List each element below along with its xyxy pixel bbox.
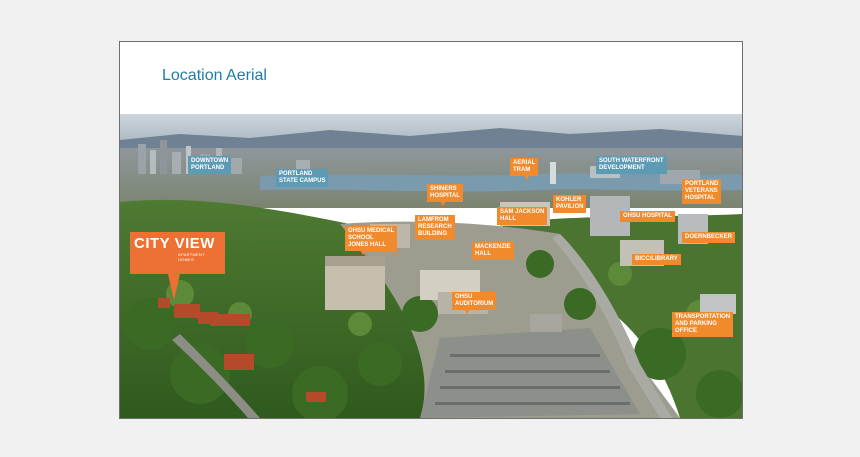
auditorium-pointer [464, 309, 470, 314]
city-view-logo: CITY VIEW APARTMENT HOMES [130, 232, 225, 274]
label-ohsu-auditorium: OHSU AUDITORIUM [452, 292, 497, 310]
label-mackenzie-hall: MACKENZIE HALL [472, 242, 514, 260]
label-aerial-tram: AERIAL TRAM [510, 158, 539, 176]
label-ohsu-hospital: OHSU HOSPITAL [620, 211, 675, 222]
aerial-photo: CITY VIEW APARTMENT HOMES DOWNTOWN PORTL… [120, 114, 742, 418]
page-title: Location Aerial [162, 67, 267, 84]
label-portland-state-campus: PORTLAND STATE CAMPUS [276, 169, 329, 187]
label-doernbecker: DOERNBECKER [682, 232, 736, 243]
presentation-slide: Location Aerial CITY VIEW APARTMENT HOME… [119, 41, 743, 419]
city-view-pointer [168, 274, 180, 300]
label-transportation-parking-office: TRANSPORTATION AND PARKING OFFICE [672, 312, 734, 337]
label-kohler-pavilion: KOHLER PAVILION [553, 195, 587, 213]
shriners-pointer [440, 201, 446, 206]
medical-school-pointer [360, 250, 366, 255]
label-sam-jackson-hall: SAM JACKSON HALL [497, 207, 548, 225]
label-lamfrom-research-building: LAMFROM RESEARCH BUILDING [415, 215, 455, 240]
label-downtown-portland: DOWNTOWN PORTLAND [188, 156, 232, 174]
label-shriners-hospital: SHINERS HOSPITAL [427, 184, 463, 202]
aerial-tram-pointer [524, 175, 530, 180]
label-ohsu-medical-school: OHSU MEDICAL SCHOOL JONES HALL [345, 226, 398, 251]
label-portland-veterans-hospital: PORTLAND VETERANS HOSPITAL [682, 179, 722, 204]
label-bicc-library: BICC/LIBRARY [632, 254, 681, 265]
label-south-waterfront: SOUTH WATERFRONT DEVELOPMENT [596, 156, 667, 174]
city-view-name: CITY VIEW [134, 235, 215, 252]
city-view-tagline: APARTMENT HOMES [178, 252, 205, 262]
